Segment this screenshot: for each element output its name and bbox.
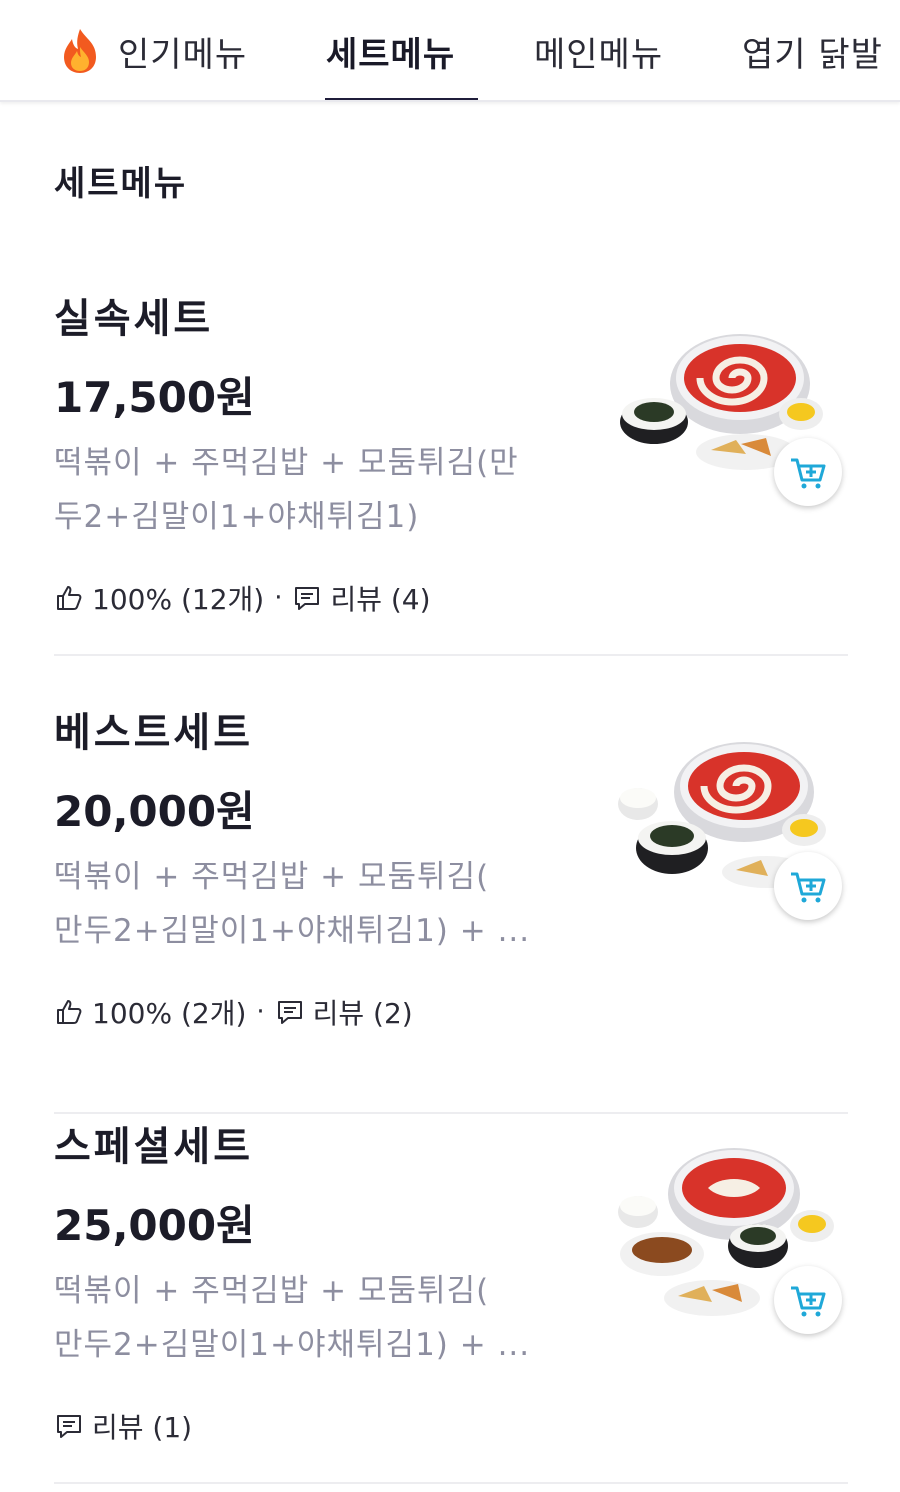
review-count: 리뷰 (1) bbox=[92, 1411, 193, 1444]
tab-chicken-feet[interactable]: 엽기 닭발 bbox=[742, 0, 883, 100]
thumbs-up-icon bbox=[57, 1000, 82, 1024]
comment-icon bbox=[295, 587, 320, 610]
item-description: 떡볶이 + 주먹김밥 + 모둠튀김(만 두2+김말이1+야채튀김1) bbox=[54, 436, 574, 544]
tab-label: 엽기 닭발 bbox=[742, 34, 883, 75]
tab-label: 세트메뉴 bbox=[326, 34, 456, 75]
menu-item[interactable]: 스페셜세트 25,000원 떡볶이 + 주먹김밥 + 모둠튀김( 만두2+김말이… bbox=[54, 1114, 848, 1484]
item-description: 떡볶이 + 주먹김밥 + 모둠튀김( 만두2+김말이1+야채튀김1) + ... bbox=[54, 1264, 574, 1372]
add-to-cart-button[interactable] bbox=[774, 438, 842, 506]
item-name: 스페셜세트 bbox=[54, 1124, 253, 1170]
review-count: 리뷰 (2) bbox=[312, 997, 413, 1030]
item-meta: 100% (2개) · 리뷰 (2) bbox=[54, 992, 413, 1032]
tab-label: 메인메뉴 bbox=[534, 34, 664, 75]
item-meta: 100% (12개) · 리뷰 (4) bbox=[54, 578, 431, 618]
menu-item[interactable]: 실속세트 17,500원 떡볶이 + 주먹김밥 + 모둠튀김(만 두2+김말이1… bbox=[54, 286, 848, 656]
thumbs-up-icon bbox=[57, 586, 82, 610]
item-price: 17,500원 bbox=[54, 373, 255, 422]
tab-popular-menu[interactable]: 인기메뉴 bbox=[56, 0, 248, 100]
item-name: 베스트세트 bbox=[54, 710, 253, 756]
item-description-line: 떡볶이 + 주먹김밥 + 모둠튀김( bbox=[54, 1273, 490, 1309]
cart-add-icon bbox=[791, 1286, 826, 1317]
tab-set-menu[interactable]: 세트메뉴 bbox=[325, 0, 478, 100]
meta-separator: · bbox=[256, 997, 265, 1027]
review-count: 리뷰 (4) bbox=[330, 583, 431, 616]
like-rate: 100% (2개) bbox=[92, 997, 247, 1030]
comment-icon bbox=[57, 1415, 81, 1438]
tab-main-menu[interactable]: 메인메뉴 bbox=[534, 0, 664, 100]
category-tab-bar: 인기메뉴 세트메뉴 메인메뉴 엽기 닭발 bbox=[0, 0, 900, 102]
section-title: 세트메뉴 bbox=[54, 164, 188, 204]
item-meta: 리뷰 (1) bbox=[54, 1406, 192, 1446]
menu-item[interactable]: 베스트세트 20,000원 떡볶이 + 주먹김밥 + 모둠튀김( 만두2+김말이… bbox=[54, 700, 848, 1114]
item-price: 20,000원 bbox=[54, 787, 255, 836]
item-description-line: 떡볶이 + 주먹김밥 + 모둠튀김(만 bbox=[54, 445, 519, 481]
add-to-cart-button[interactable] bbox=[774, 1266, 842, 1334]
item-description: 떡볶이 + 주먹김밥 + 모둠튀김( 만두2+김말이1+야채튀김1) + ... bbox=[54, 850, 574, 958]
item-name: 실속세트 bbox=[54, 296, 214, 342]
item-description-line: 두2+김말이1+야채튀김1) bbox=[54, 499, 420, 535]
cart-add-icon bbox=[791, 872, 826, 903]
comment-icon bbox=[277, 1001, 302, 1024]
fire-icon bbox=[64, 29, 96, 73]
meta-separator: · bbox=[274, 583, 283, 613]
tab-label: 인기메뉴 bbox=[118, 34, 248, 75]
item-description-line: 만두2+김말이1+야채튀김1) + ... bbox=[54, 1327, 531, 1363]
cart-add-icon bbox=[791, 458, 826, 489]
add-to-cart-button[interactable] bbox=[774, 852, 842, 920]
item-description-line: 떡볶이 + 주먹김밥 + 모둠튀김( bbox=[54, 859, 490, 895]
item-price: 25,000원 bbox=[54, 1201, 255, 1250]
item-description-line: 만두2+김말이1+야채튀김1) + ... bbox=[54, 913, 531, 949]
active-tab-indicator bbox=[325, 98, 478, 100]
like-rate: 100% (12개) bbox=[92, 583, 265, 616]
